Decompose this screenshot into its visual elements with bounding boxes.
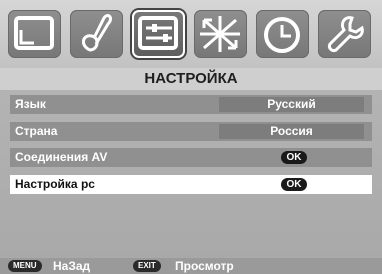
menu-row-label: Соединения AV bbox=[15, 150, 108, 164]
menu-row-label: Настройка pc bbox=[15, 177, 95, 191]
tab-tools[interactable] bbox=[318, 10, 371, 58]
language-value[interactable]: Русский bbox=[219, 97, 364, 112]
clock-icon bbox=[264, 17, 300, 53]
tools-icon bbox=[328, 16, 364, 52]
sound-icon bbox=[82, 14, 112, 52]
page-title: НАСТРОЙКА bbox=[144, 70, 238, 87]
menu-row-av-connections[interactable]: Соединения AV OK bbox=[10, 148, 372, 167]
setup-menu-screen: НАСТРОЙКА Язык Русский Страна Россия Сое… bbox=[0, 0, 382, 274]
title-bar: НАСТРОЙКА bbox=[0, 68, 382, 90]
tab-time[interactable] bbox=[256, 10, 309, 58]
menu-row-language[interactable]: Язык Русский bbox=[10, 95, 372, 114]
tab-feature[interactable] bbox=[194, 10, 247, 58]
menu-row-country[interactable]: Страна Россия bbox=[10, 122, 372, 141]
back-hint: НаЗад bbox=[53, 259, 91, 273]
menu-row-pc-setup[interactable]: Настройка pc OK bbox=[10, 175, 372, 194]
tab-sound[interactable] bbox=[70, 10, 123, 58]
feature-icon bbox=[200, 16, 240, 52]
setup-icon bbox=[138, 16, 178, 50]
footer-hint-bar: MENU НаЗад EXIT Просмотр bbox=[0, 258, 382, 274]
menu-key-badge: MENU bbox=[8, 260, 42, 272]
tab-setup[interactable] bbox=[132, 10, 185, 58]
ok-button[interactable]: OK bbox=[281, 151, 307, 164]
menu-row-label: Язык bbox=[15, 97, 46, 111]
picture-icon bbox=[14, 16, 54, 50]
ok-button[interactable]: OK bbox=[281, 178, 307, 191]
menu-row-label: Страна bbox=[15, 124, 58, 138]
category-icon-bar bbox=[0, 0, 382, 68]
tab-picture[interactable] bbox=[8, 10, 61, 58]
country-value[interactable]: Россия bbox=[219, 124, 364, 139]
exit-key-badge: EXIT bbox=[133, 260, 161, 272]
view-hint: Просмотр bbox=[175, 259, 234, 273]
